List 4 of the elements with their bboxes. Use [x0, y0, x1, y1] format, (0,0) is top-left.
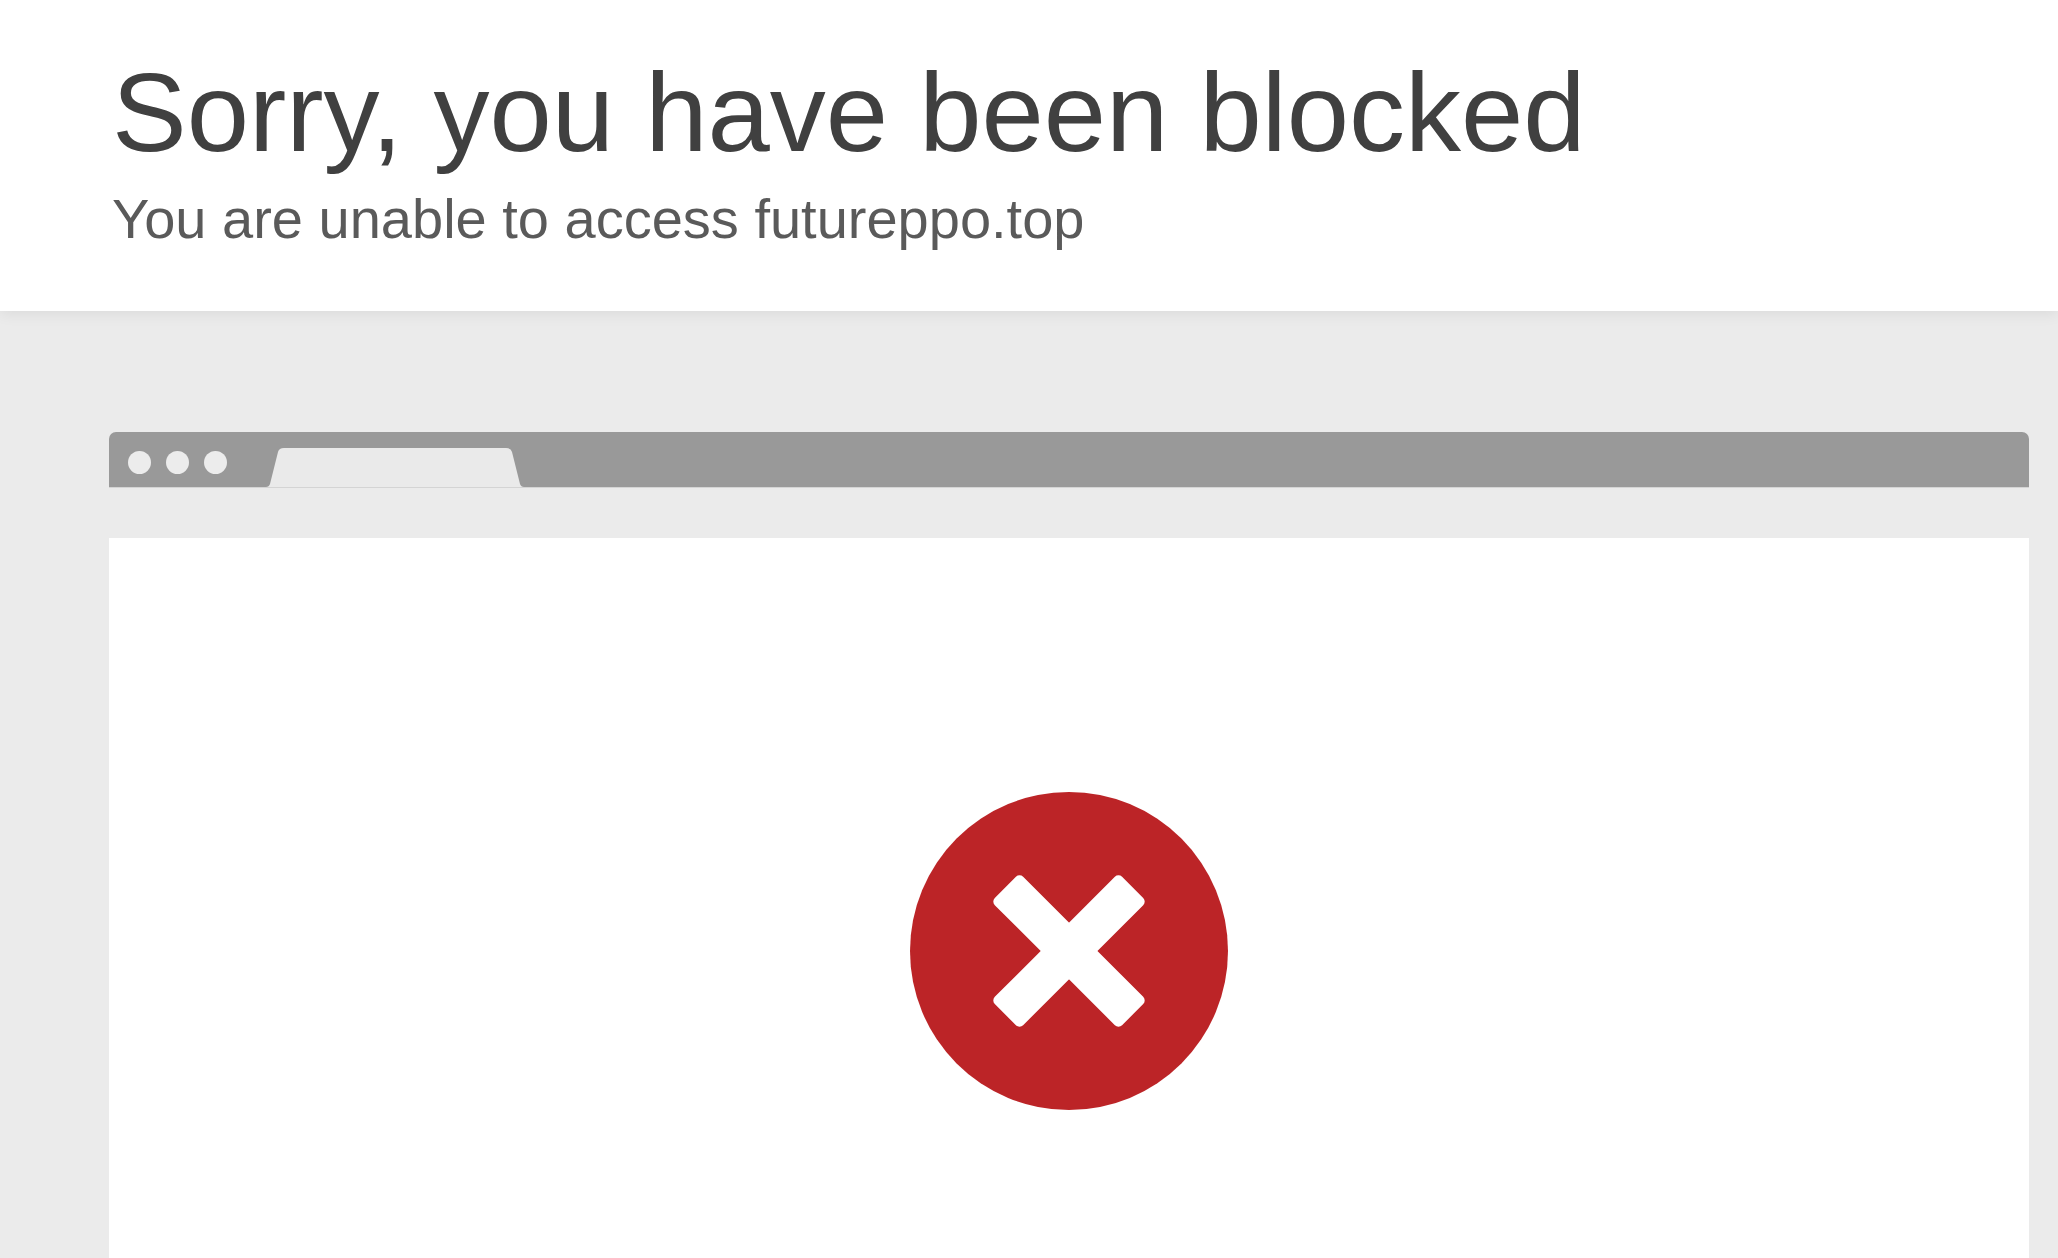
x-circle-icon [910, 792, 1228, 1110]
page-subtitle: You are unable to access futureppo.top [112, 186, 1085, 252]
window-dots-icon [128, 450, 227, 474]
page-title: Sorry, you have been blocked [112, 49, 1586, 177]
